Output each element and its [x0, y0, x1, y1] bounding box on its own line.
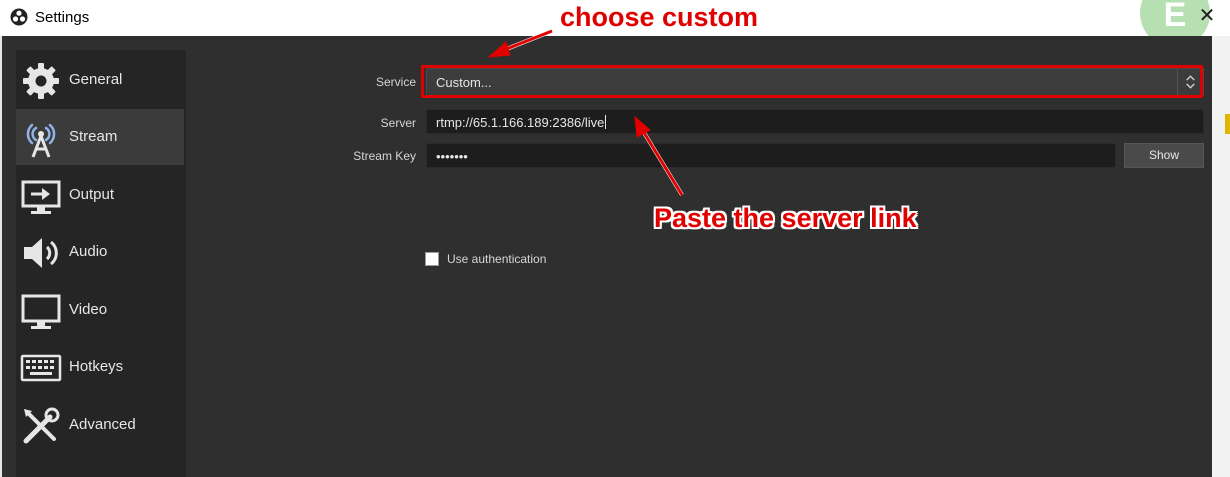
sidebar-item-label: Video — [69, 301, 108, 318]
sidebar-item-label: Output — [69, 186, 115, 203]
sidebar-item-label: Audio — [69, 243, 108, 260]
close-icon[interactable]: ✕ — [1196, 4, 1218, 28]
service-label: Service — [375, 75, 416, 89]
server-input[interactable]: rtmp://65.1.166.189:2386/live — [426, 109, 1204, 134]
edge-marker — [1225, 114, 1230, 134]
sidebar-item-label: Advanced — [69, 416, 136, 433]
sidebar-item-hotkeys[interactable]: Hotkeys — [16, 339, 184, 395]
sidebar-item-video[interactable]: Video — [16, 282, 184, 338]
sidebar-item-output[interactable]: Output — [16, 167, 184, 223]
window-title: Settings — [35, 9, 90, 26]
annotation-choose-custom: choose custom — [560, 2, 759, 32]
service-highlight-box — [421, 65, 1203, 98]
annotation-paste-server: Paste the server link — [654, 203, 917, 233]
output-icon — [21, 180, 61, 214]
use-authentication-label: Use authentication — [447, 252, 547, 266]
sidebar-item-stream[interactable]: Stream — [16, 109, 184, 165]
tools-icon — [23, 407, 60, 444]
text-caret — [605, 115, 607, 129]
monitor-icon — [21, 294, 61, 329]
sidebar-item-label: Hotkeys — [69, 358, 124, 375]
keyboard-icon — [20, 354, 62, 382]
sidebar-item-label: General — [69, 71, 123, 88]
gear-icon — [23, 63, 59, 99]
speaker-icon — [24, 238, 58, 268]
server-text: rtmp://65.1.166.189:2386/live — [436, 115, 605, 130]
server-value: rtmp://65.1.166.189:2386/live — [436, 115, 607, 130]
stream-key-label: Stream Key — [353, 149, 416, 163]
settings-sidebar: General Stream Output Audio Video Hotkey… — [16, 50, 186, 477]
stream-key-value: ••••••• — [436, 149, 468, 164]
sidebar-item-audio[interactable]: Audio — [16, 224, 184, 280]
server-label: Server — [380, 116, 416, 130]
obs-logo-icon — [10, 8, 28, 26]
antenna-icon — [26, 123, 56, 158]
sidebar-item-advanced[interactable]: Advanced — [16, 397, 184, 453]
sidebar-item-label: Stream — [69, 128, 118, 145]
settings-window: General Stream Output Audio Video Hotkey… — [0, 36, 1212, 477]
background-window-edge — [1212, 36, 1230, 477]
use-authentication-checkbox[interactable] — [425, 252, 439, 266]
stream-key-input[interactable]: ••••••• — [426, 143, 1116, 168]
sidebar-item-general[interactable]: General — [16, 52, 184, 108]
show-key-button[interactable]: Show — [1124, 143, 1204, 168]
